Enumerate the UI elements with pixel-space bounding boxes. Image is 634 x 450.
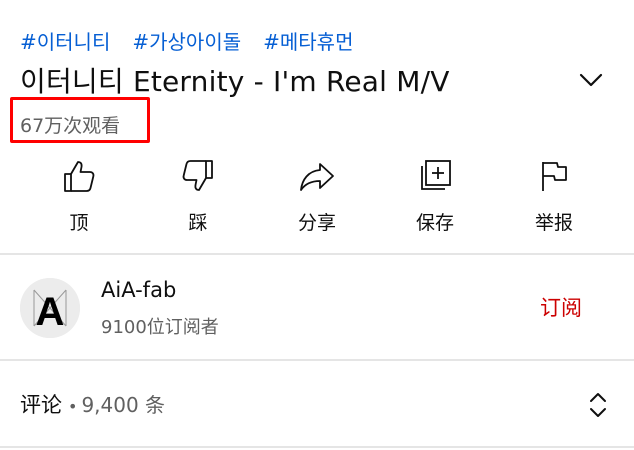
expand-description-button[interactable] — [576, 70, 606, 92]
subscribe-button[interactable]: 订阅 — [540, 292, 582, 322]
save-label: 保存 — [415, 212, 454, 234]
comments-header[interactable]: 评论 • 9,400 条 — [20, 389, 165, 419]
divider — [0, 446, 634, 448]
report-label: 举报 — [534, 212, 573, 234]
subscriber-count: 9100位订阅者 — [101, 317, 219, 338]
share-icon — [300, 163, 334, 191]
avatar-letter: A — [36, 290, 65, 334]
hashtag-link[interactable]: #메타휴먼 — [263, 26, 353, 55]
hashtag-row: #이터니티 #가상아이돌 #메타휴먼 — [20, 26, 353, 55]
channel-name[interactable]: AiA-fab — [101, 278, 176, 302]
divider — [0, 359, 634, 361]
report-button[interactable]: 举报 — [499, 158, 609, 235]
video-title[interactable]: 이터니티 Eternity - I'm Real M/V — [20, 60, 450, 100]
like-label: 顶 — [69, 212, 89, 234]
sort-icon — [590, 393, 606, 417]
save-playlist-icon — [421, 160, 451, 190]
hashtag-link[interactable]: #가상아이돌 — [132, 26, 241, 55]
hashtag-link[interactable]: #이터니티 — [20, 26, 110, 55]
dislike-label: 踩 — [188, 212, 208, 234]
dislike-button[interactable]: 踩 — [143, 158, 253, 235]
flag-icon — [542, 162, 567, 191]
comments-separator: • — [68, 396, 78, 416]
thumb-down-icon — [182, 160, 213, 191]
comments-sort-button[interactable] — [586, 390, 610, 420]
action-bar: 顶 踩 分享 保存 举报 — [0, 158, 634, 238]
share-button[interactable]: 分享 — [262, 158, 372, 235]
thumb-up-icon — [64, 161, 95, 192]
comments-count: 9,400 条 — [81, 393, 166, 417]
divider — [0, 253, 634, 255]
share-label: 分享 — [297, 212, 336, 234]
save-button[interactable]: 保存 — [380, 158, 490, 235]
channel-logo: A — [20, 278, 80, 338]
chevron-down-icon — [579, 73, 603, 87]
like-button[interactable]: 顶 — [24, 158, 134, 235]
channel-avatar[interactable]: A — [20, 278, 80, 338]
comments-label: 评论 — [20, 393, 62, 417]
highlight-box — [10, 97, 150, 143]
